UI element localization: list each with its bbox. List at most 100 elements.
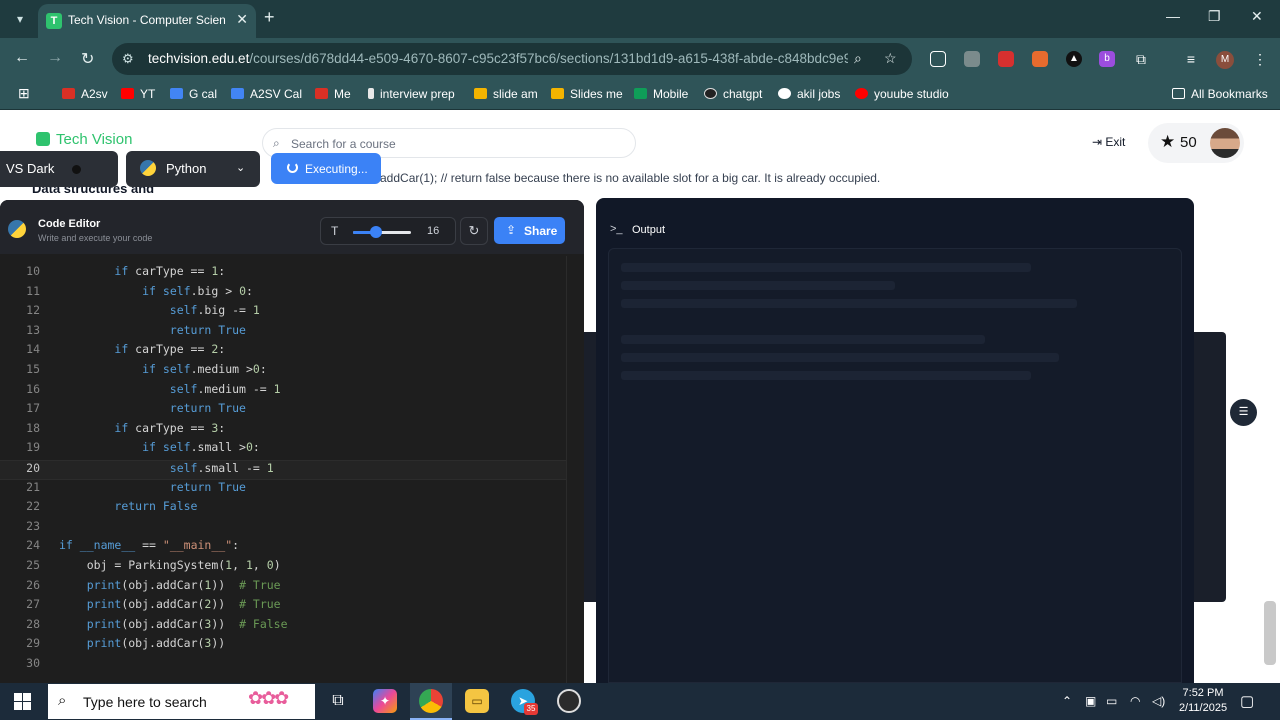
bookmark-akil-jobs[interactable]: akil jobs [778, 87, 840, 101]
minimize-icon[interactable]: — [1166, 8, 1180, 24]
battery-icon[interactable]: ▭ [1106, 694, 1117, 708]
taskbar-search-box[interactable]: ⌕ Type here to search ✿✿✿ [48, 684, 315, 719]
extension-lighthouse-icon[interactable] [1032, 51, 1048, 67]
bookmark-me[interactable]: Me [315, 87, 351, 101]
code-line[interactable]: 27 print(obj.addCar(2)) # True [0, 597, 566, 617]
code-line[interactable]: 30 [0, 656, 566, 676]
bookmark-gcal[interactable]: G cal [170, 87, 217, 101]
code-line[interactable]: 18 if carType == 3: [0, 421, 566, 441]
all-bookmarks[interactable]: All Bookmarks [1172, 87, 1268, 101]
address-bar[interactable]: ⚙ techvision.edu.et/courses/d678dd44-e50… [112, 43, 912, 75]
code-line[interactable]: 21 return True [0, 480, 566, 500]
apps-grid-icon[interactable]: ⊞ [18, 85, 30, 102]
site-logo[interactable]: Tech Vision [36, 131, 132, 148]
file-explorer-icon[interactable]: ▭ [465, 689, 489, 713]
code-editor-panel: Code Editor Write and execute your code … [0, 200, 584, 683]
extension-triangle-icon[interactable]: ▲ [1066, 51, 1082, 67]
user-avatar[interactable] [1210, 128, 1240, 158]
code-line[interactable]: 24 if __name__ == "__main__": [0, 538, 566, 558]
reset-code-button[interactable]: ↻ [460, 217, 488, 245]
tray-overflow-icon[interactable]: ⌃ [1062, 694, 1072, 708]
bookmark-a2sv[interactable]: A2sv [62, 87, 108, 101]
forward-icon[interactable]: → [47, 49, 63, 67]
code-line[interactable]: 12 self.big -= 1 [0, 303, 566, 323]
tab-search-icon[interactable]: ▾ [8, 7, 32, 31]
zoom-search-icon[interactable]: ⌕ [854, 50, 862, 67]
bookmark-star-icon[interactable]: ☆ [884, 50, 897, 67]
bookmark-mobile[interactable]: Mobile [634, 87, 688, 101]
tab-close-icon[interactable]: ✕ [236, 11, 248, 28]
url-text[interactable]: techvision.edu.et/courses/d678dd44-e509-… [148, 51, 848, 66]
code-line[interactable]: 16 self.medium -= 1 [0, 382, 566, 402]
code-scrollbar[interactable] [566, 256, 584, 683]
code-line[interactable]: 17 return True [0, 401, 566, 421]
browser-menu-icon[interactable]: ⋮ [1252, 51, 1268, 67]
extensions-puzzle-icon[interactable]: ⧉ [1133, 51, 1149, 67]
extension-screen-icon[interactable] [930, 51, 946, 67]
restore-icon[interactable]: ❐ [1208, 8, 1221, 25]
wifi-icon[interactable]: ◠ [1130, 694, 1140, 708]
code-line[interactable]: 10 if carType == 1: [0, 264, 566, 284]
extension-pen-icon[interactable] [998, 51, 1014, 67]
site-info-icon[interactable]: ⚙ [122, 51, 134, 67]
chevron-down-icon: ⌄ [236, 162, 246, 174]
bookmark-slide-am[interactable]: slide am [474, 87, 538, 101]
copilot-icon[interactable]: ✦ [373, 689, 397, 713]
extension-b-icon[interactable]: b [1099, 51, 1115, 67]
bookmark-interview-prep[interactable]: interview prep [368, 87, 455, 101]
extension-shield-icon[interactable] [964, 51, 980, 67]
browser-tab-active[interactable]: T Tech Vision - Computer Science ✕ [38, 4, 256, 38]
code-line[interactable]: 15 if self.medium >0: [0, 362, 566, 382]
task-view-icon[interactable]: ⧉ [326, 689, 350, 713]
code-text-area[interactable]: 10 if carType == 1: 11 if self.big > 0: 12… [0, 256, 566, 683]
bookmark-youube-studio[interactable]: youube studio [855, 87, 949, 101]
code-line[interactable]: 13 return True [0, 323, 566, 343]
bookmark-a2sv-cal[interactable]: A2SV Cal [231, 87, 302, 101]
code-token: ) [273, 558, 281, 572]
code-token: if [59, 538, 73, 553]
share-button[interactable]: ⇪ Share [494, 217, 565, 244]
execute-button[interactable]: Executing... [271, 153, 381, 184]
system-clock[interactable]: 7:52 PM 2/11/2025 [1172, 686, 1234, 716]
code-line[interactable]: 28 print(obj.addCar(3)) # False [0, 617, 566, 637]
code-line[interactable]: 14 if carType == 2: [0, 342, 566, 362]
code-line[interactable]: 19 if self.small >0: [0, 440, 566, 460]
reload-icon[interactable]: ↻ [81, 49, 94, 69]
share-label: Share [524, 224, 558, 238]
new-tab-icon[interactable]: + [264, 7, 275, 28]
code-line[interactable]: 26 print(obj.addCar(1)) # True [0, 578, 566, 598]
font-size-slider-handle[interactable] [370, 226, 383, 238]
code-line[interactable]: 25 obj = ParkingSystem(1, 1, 0) [0, 558, 566, 578]
windows-start-icon[interactable] [14, 693, 31, 710]
code-line[interactable]: 22 return False [0, 499, 566, 519]
code-line[interactable]: 20 self.small -= 1 [0, 460, 566, 480]
bookmark-slides-me[interactable]: Slides me [551, 87, 623, 101]
media-control-icon[interactable]: ≡ [1183, 51, 1199, 67]
window-close-icon[interactable]: ✕ [1251, 8, 1263, 25]
obs-icon[interactable] [557, 689, 581, 713]
exit-button[interactable]: ⇥ Exit [1092, 135, 1125, 149]
page-scrollbar[interactable] [1264, 601, 1276, 665]
code-line[interactable]: 11 if self.big > 0: [0, 284, 566, 304]
filter-toggle-icon[interactable]: ☰ [1230, 399, 1257, 426]
profile-avatar[interactable]: M [1216, 51, 1234, 69]
meet-icon[interactable]: ▣ [1085, 694, 1096, 708]
theme-selector[interactable]: VS Dark [0, 151, 118, 187]
browser-toolbar: ← → ↻ ⚙ techvision.edu.et/courses/d678dd… [0, 38, 1280, 80]
volume-icon[interactable]: ◁) [1152, 694, 1165, 708]
code-line[interactable]: 23 [0, 519, 566, 539]
points-badge[interactable]: ★ 50 [1148, 123, 1244, 163]
notifications-icon[interactable]: ▢ [1240, 692, 1254, 710]
back-icon[interactable]: ← [14, 49, 30, 67]
bookmark-chatgpt[interactable]: chatgpt [704, 87, 762, 101]
language-selector[interactable]: Python ⌄ [126, 151, 260, 187]
bookmark-yt[interactable]: YT [121, 87, 155, 101]
chrome-icon[interactable] [419, 689, 443, 713]
code-token: 0 [252, 362, 260, 376]
code-line[interactable]: 29 print(obj.addCar(3)) [0, 636, 566, 656]
